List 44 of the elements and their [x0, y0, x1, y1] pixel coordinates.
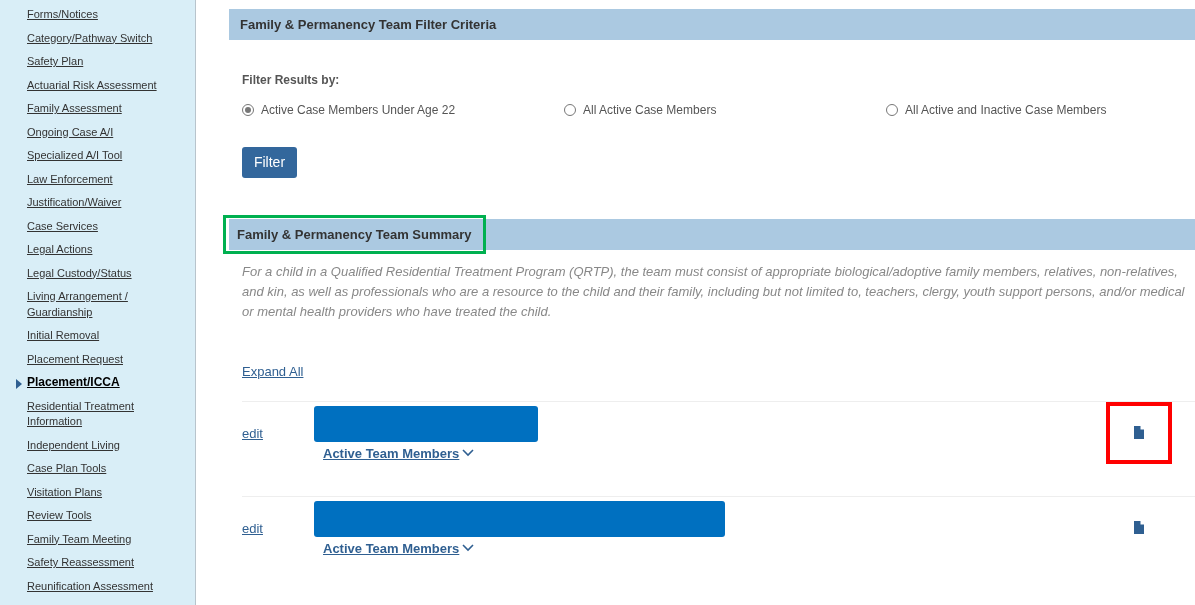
- sidebar-link[interactable]: Independent Living: [27, 437, 157, 453]
- sidebar-link[interactable]: Initial Removal: [27, 328, 157, 344]
- sidebar-link[interactable]: Family Team Meeting: [27, 531, 157, 547]
- chevron-down-icon: [462, 449, 475, 458]
- radio-option[interactable]: Active Case Members Under Age 22: [242, 101, 564, 119]
- description-text: For a child in a Qualified Residential Treatment Program (QRTP), the team must consist of appropriate biological/adoptive family members, relatives, non-relatives, and kin, as well as professionals who are a resource to the child and their family, including but not limited to, teachers, clergy, youth support persons, and/or medical or mental health providers who have treated the child.: [242, 263, 1186, 321]
- expand-all-link[interactable]: Expand All: [242, 362, 304, 382]
- sidebar-link[interactable]: Visitation Plans: [27, 484, 157, 500]
- sidebar-link[interactable]: Justification/Waiver: [27, 195, 157, 211]
- sidebar-link[interactable]: Reunification Assessment: [27, 578, 157, 594]
- sidebar-link[interactable]: Legal Actions: [27, 242, 157, 258]
- radio-button[interactable]: [242, 104, 254, 116]
- sidebar-link[interactable]: Placement/ICCA: [27, 375, 157, 391]
- sidebar-link[interactable]: Forms/Notices: [27, 7, 157, 23]
- sidebar-link[interactable]: Case Plan Tools: [27, 461, 157, 477]
- sidebar-link[interactable]: Ongoing Case A/I: [27, 124, 157, 140]
- sidebar-link[interactable]: Safety Plan: [27, 54, 157, 70]
- edit-link[interactable]: edit: [242, 518, 314, 538]
- document-icon[interactable]: [1134, 426, 1144, 439]
- sidebar-link[interactable]: Specialized A/I Tool: [27, 148, 157, 164]
- section-header: Family & Permanency Team Summary: [223, 215, 486, 254]
- section-header: Family & Permanency Team Filter Criteria: [229, 9, 1195, 40]
- sidebar-link[interactable]: Family Assessment: [27, 101, 157, 117]
- sidebar-link[interactable]: Category/Pathway Switch: [27, 30, 157, 46]
- filter-label: Filter Results by:: [242, 72, 340, 89]
- sidebar-link[interactable]: Review Tools: [27, 508, 157, 524]
- radio-button[interactable]: [564, 104, 576, 116]
- sidebar-link[interactable]: Residential Treatment Information: [27, 398, 157, 430]
- sidebar-link[interactable]: Law Enforcement: [27, 171, 157, 187]
- active-team-members-toggle[interactable]: Active Team Members: [323, 538, 475, 558]
- radio-option[interactable]: All Active and Inactive Case Members: [886, 101, 1107, 119]
- sidebar-link[interactable]: Safety Reassessment: [27, 555, 157, 571]
- chevron-down-icon: [462, 544, 475, 553]
- sidebar-link[interactable]: Placement Request: [27, 351, 157, 367]
- edit-link[interactable]: edit: [242, 423, 314, 443]
- sidebar-link[interactable]: Case Services: [27, 218, 157, 234]
- radio-option[interactable]: All Active Case Members: [564, 101, 886, 119]
- active-team-members-toggle[interactable]: Active Team Members: [323, 443, 475, 463]
- sidebar-link[interactable]: Actuarial Risk Assessment: [27, 77, 157, 93]
- sidebar-link[interactable]: Legal Custody/Status: [27, 265, 157, 281]
- sidebar-link[interactable]: Living Arrangement / Guardianship: [27, 289, 157, 320]
- filter-button[interactable]: Filter: [242, 147, 297, 178]
- radio-button[interactable]: [886, 104, 898, 116]
- document-icon[interactable]: [1134, 521, 1144, 534]
